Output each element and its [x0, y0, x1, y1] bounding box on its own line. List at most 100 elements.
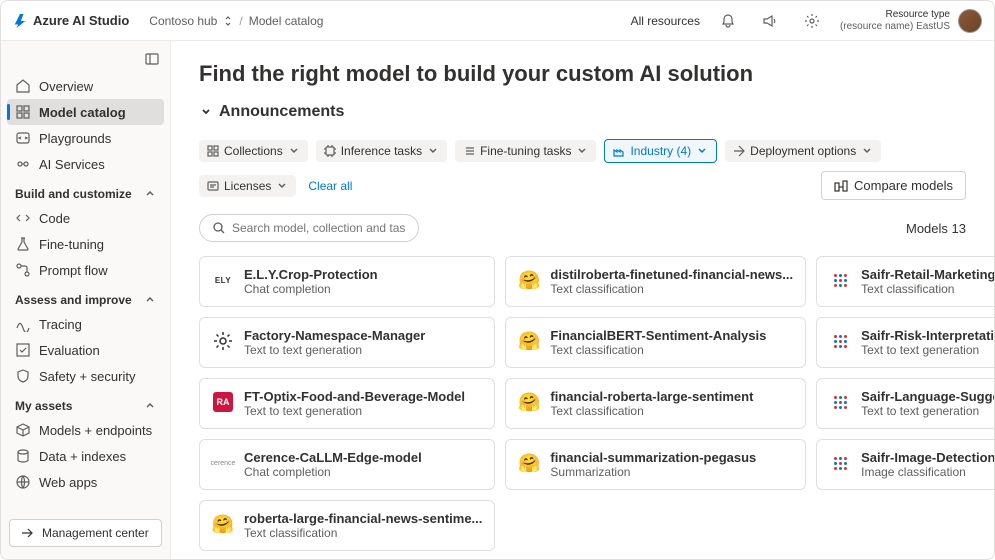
breadcrumb: Contoso hub / Model catalog [149, 14, 323, 28]
chevron-down-icon [576, 145, 588, 157]
section-assets[interactable]: My assets [7, 389, 164, 417]
breadcrumb-page[interactable]: Model catalog [249, 14, 324, 28]
model-title: FinancialBERT-Sentiment-Analysis [550, 328, 793, 343]
search-input[interactable] [232, 221, 406, 235]
data-icon [15, 448, 31, 464]
model-title: financial-summarization-pegasus [550, 450, 793, 465]
sidebar-item-model-catalog[interactable]: Model catalog [7, 99, 164, 125]
catalog-icon [15, 104, 31, 120]
code-icon [15, 210, 31, 226]
sidebar-item-models-endpoints[interactable]: Models + endpoints [7, 417, 164, 443]
filter-deployment-options[interactable]: Deployment options [725, 140, 881, 162]
sidebar-item-web-apps[interactable]: Web apps [7, 469, 164, 495]
filter-collections[interactable]: Collections [199, 140, 308, 162]
model-card[interactable]: 🤗financial-roberta-large-sentimentText c… [505, 378, 806, 429]
model-card[interactable]: 🤗 distilroberta-finetuned-financial-news.… [505, 256, 806, 307]
huggingface-icon: 🤗 [212, 515, 234, 533]
model-card[interactable]: cerenceCerence-CaLLM-Edge-modelChat comp… [199, 439, 495, 490]
model-card[interactable]: ELYE.L.Y.Crop-ProtectionChat completion [199, 256, 495, 307]
model-title: E.L.Y.Crop-Protection [244, 267, 482, 282]
model-title: financial-roberta-large-sentiment [550, 389, 793, 404]
sidebar-item-prompt-flow[interactable]: Prompt flow [7, 257, 164, 283]
model-card[interactable]: Saifr-Language-SuggestionText to text ge… [816, 378, 994, 429]
model-subtitle: Text to text generation [244, 343, 482, 357]
model-card[interactable]: 🤗 roberta-large-financial-news-sentime...… [199, 500, 495, 551]
home-icon [15, 78, 31, 94]
huggingface-icon: 🤗 [518, 271, 540, 289]
chevron-down-icon [199, 105, 213, 119]
model-title: distilroberta-finetuned-financial-news..… [550, 267, 793, 282]
chevron-down-icon [696, 145, 708, 157]
brand[interactable]: Azure AI Studio [13, 13, 129, 28]
cube-icon [15, 422, 31, 438]
model-card[interactable]: Factory-Namespace-ManagerText to text ge… [199, 317, 495, 368]
all-resources-link[interactable]: All resources [631, 14, 700, 28]
main-content: Find the right model to build your custo… [171, 41, 994, 559]
model-subtitle: Chat completion [244, 282, 482, 296]
huggingface-icon: 🤗 [518, 393, 540, 411]
compare-models-button[interactable]: Compare models [821, 171, 966, 200]
section-assess[interactable]: Assess and improve [7, 283, 164, 311]
saifr-icon [834, 396, 847, 409]
sidebar-item-overview[interactable]: Overview [7, 73, 164, 99]
sidebar-item-tracing[interactable]: Tracing [7, 311, 164, 337]
industry-icon [613, 145, 625, 157]
chevron-updown-icon [223, 16, 233, 26]
shield-icon [15, 368, 31, 384]
sidebar-item-fine-tuning[interactable]: Fine-tuning [7, 231, 164, 257]
collapse-sidebar-button[interactable] [7, 49, 164, 73]
model-card[interactable]: Saifr-Image-DetectionImage classificatio… [816, 439, 994, 490]
saifr-icon [834, 274, 847, 287]
model-subtitle: Image classification [861, 465, 994, 479]
grid-icon [207, 145, 219, 157]
model-card[interactable]: 🤗FinancialBERT-Sentiment-AnalysisText cl… [505, 317, 806, 368]
management-center-button[interactable]: Management center [9, 519, 162, 547]
model-subtitle: Text to text generation [244, 404, 482, 418]
sidebar-item-ai-services[interactable]: AI Services [7, 151, 164, 177]
chevron-down-icon [276, 180, 288, 192]
model-card[interactable]: Saifr-Retail-Marketing-ComplianceText cl… [816, 256, 994, 307]
filter-industry-[interactable]: Industry (4) [604, 139, 717, 163]
model-card[interactable]: 🤗 financial-summarization-pegasusSummariz… [505, 439, 806, 490]
trace-icon [15, 316, 31, 332]
sidebar-item-safety-security[interactable]: Safety + security [7, 363, 164, 389]
model-subtitle: Chat completion [244, 465, 482, 479]
breadcrumb-separator: / [239, 14, 242, 28]
section-build[interactable]: Build and customize [7, 177, 164, 205]
announcements-toggle[interactable]: Announcements [199, 103, 966, 121]
clear-all-link[interactable]: Clear all [308, 179, 352, 193]
playground-icon [15, 130, 31, 146]
deploy-icon [733, 145, 745, 157]
model-subtitle: Text classification [861, 282, 994, 296]
filter-licenses[interactable]: Licenses [199, 175, 296, 197]
resource-info[interactable]: Resource type (resource name) EastUS [840, 9, 982, 33]
web-icon [15, 474, 31, 490]
filter-inference-tasks[interactable]: Inference tasks [316, 140, 447, 162]
model-title: Saifr-Retail-Marketing-Compliance [861, 267, 994, 282]
model-subtitle: Text classification [550, 282, 793, 296]
avatar[interactable] [958, 9, 982, 33]
huggingface-icon: 🤗 [518, 454, 540, 472]
model-subtitle: Summarization [550, 465, 793, 479]
resource-type-label: Resource type [840, 9, 950, 21]
sidebar-item-evaluation[interactable]: Evaluation [7, 337, 164, 363]
sidebar: OverviewModel catalogPlaygroundsAI Servi… [1, 41, 171, 559]
model-card[interactable]: Saifr-Risk-InterpretationText to text ge… [816, 317, 994, 368]
eval-icon [15, 342, 31, 358]
page-title: Find the right model to build your custo… [199, 61, 966, 87]
filter-fine-tuning-tasks[interactable]: Fine-tuning tasks [455, 140, 596, 162]
cerence-icon: cerence [211, 460, 236, 467]
sidebar-item-playgrounds[interactable]: Playgrounds [7, 125, 164, 151]
model-card[interactable]: RAFT-Optix-Food-and-Beverage-ModelText t… [199, 378, 495, 429]
sidebar-item-data-indexes[interactable]: Data + indexes [7, 443, 164, 469]
resource-name-label: (resource name) EastUS [840, 21, 950, 33]
notifications-icon[interactable] [714, 7, 742, 35]
sidebar-item-code[interactable]: Code [7, 205, 164, 231]
breadcrumb-hub[interactable]: Contoso hub [149, 14, 217, 28]
license-icon [207, 180, 219, 192]
ai-icon [15, 156, 31, 172]
announce-icon[interactable] [756, 7, 784, 35]
search-box[interactable] [199, 214, 419, 242]
settings-icon[interactable] [798, 7, 826, 35]
model-title: roberta-large-financial-news-sentime... [244, 511, 482, 526]
